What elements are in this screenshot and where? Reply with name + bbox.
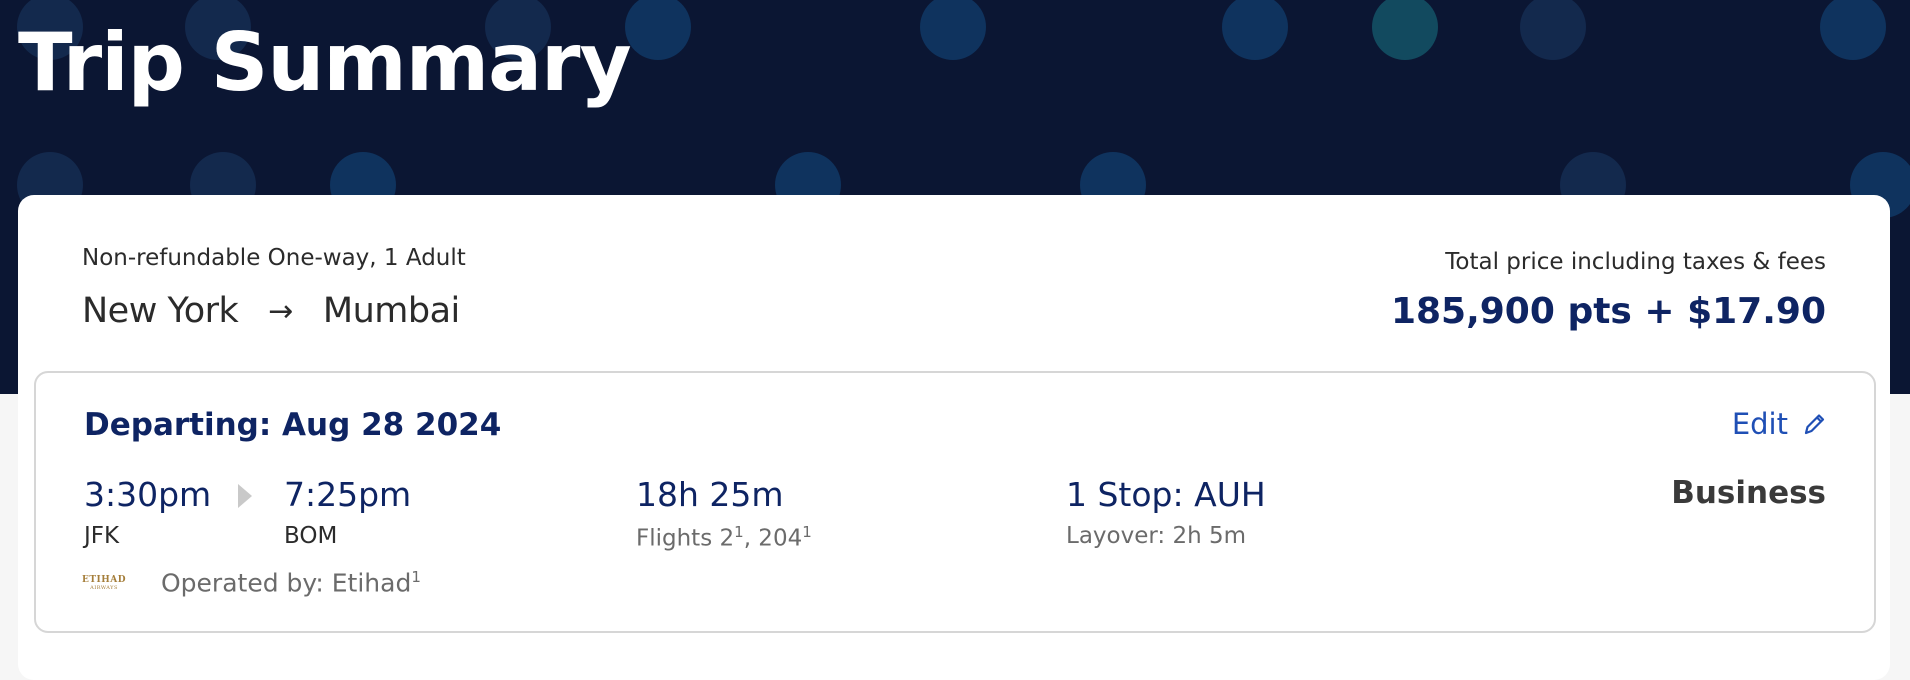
origin-city: New York xyxy=(82,291,239,331)
footnote-marker: 1 xyxy=(802,523,812,541)
flight-numbers: Flights 21, 2041 xyxy=(636,523,812,552)
etihad-logo: ETIHAD AIRWAYS xyxy=(81,575,127,591)
operated-by-label: Operated by: Etihad xyxy=(161,568,412,598)
page-title: Trip Summary xyxy=(18,16,632,109)
play-icon xyxy=(238,484,252,508)
right-arrow-icon: → xyxy=(268,293,293,329)
decor-dot xyxy=(1820,0,1886,60)
footnote-marker: 1 xyxy=(734,523,744,541)
departing-date: Departing: Aug 28 2024 xyxy=(84,407,502,443)
arrive-airport: BOM xyxy=(284,523,338,549)
edit-button[interactable]: Edit xyxy=(1732,407,1826,441)
flight-duration: 18h 25m xyxy=(636,475,784,514)
decor-dot xyxy=(920,0,986,60)
edit-label: Edit xyxy=(1731,407,1788,441)
pencil-icon xyxy=(1804,414,1825,435)
arrive-time: 7:25pm xyxy=(284,475,412,514)
layover: Layover: 2h 5m xyxy=(1066,523,1247,549)
cabin-class: Business xyxy=(1671,475,1826,511)
flights-prefix: Flights 2 xyxy=(636,525,735,552)
decor-dot xyxy=(625,0,691,60)
depart-airport: JFK xyxy=(84,523,120,549)
price-label: Total price including taxes & fees xyxy=(1445,249,1826,275)
trip-summary-card: Non-refundable One-way, 1 Adult New York… xyxy=(18,195,1890,680)
stops: 1 Stop: AUH xyxy=(1066,475,1266,514)
footnote-marker: 1 xyxy=(411,568,421,587)
flights-mid: , 204 xyxy=(743,525,803,552)
decor-dot xyxy=(1520,0,1586,60)
destination-city: Mumbai xyxy=(322,291,460,331)
operated-by-row: ETIHAD AIRWAYS Operated by: Etihad1 xyxy=(81,568,421,598)
operated-by: Operated by: Etihad1 xyxy=(161,568,421,597)
fare-type: Non-refundable One-way, 1 Adult xyxy=(82,245,466,271)
total-price: 185,900 pts + $17.90 xyxy=(1390,291,1826,332)
decor-dot xyxy=(1372,0,1438,60)
depart-time: 3:30pm xyxy=(84,475,212,514)
decor-dot xyxy=(1222,0,1288,60)
route: New York → Mumbai xyxy=(82,291,460,331)
flight-segment: Departing: Aug 28 2024 Edit 3:30pm JFK 7… xyxy=(34,371,1876,633)
